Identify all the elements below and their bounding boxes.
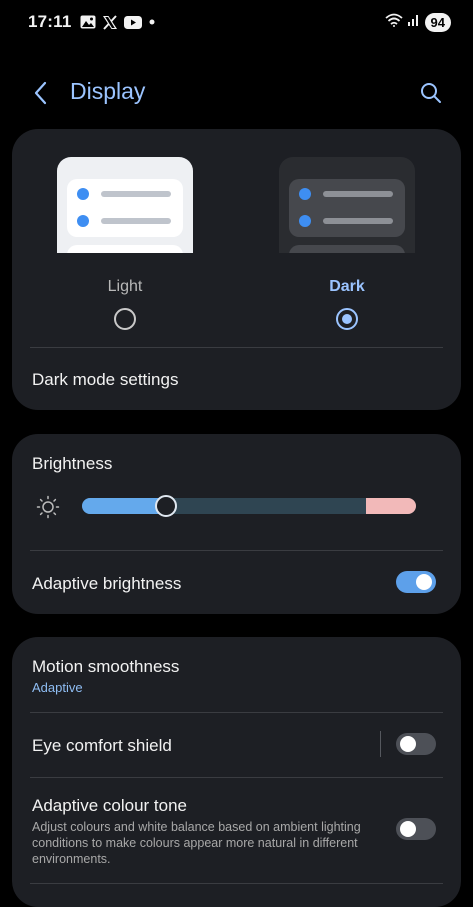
divider [30,777,443,778]
eye-comfort-shield-item[interactable]: Eye comfort shield [32,736,172,756]
eye-comfort-shield-toggle[interactable] [396,733,436,755]
dot-icon [148,18,156,26]
x-icon [102,14,118,30]
brightness-card: Brightness Adaptive brightness [12,434,461,614]
preview-card [67,245,183,253]
back-button[interactable] [28,80,54,106]
preview-line [323,218,393,224]
adaptive-brightness-toggle[interactable] [396,571,436,593]
dark-theme-radio[interactable] [336,308,358,330]
brightness-slider[interactable] [82,498,416,514]
toggle-knob [416,574,432,590]
status-right: 94 [384,12,451,32]
signal-icon [407,12,421,32]
adaptive-colour-tone-description: Adjust colours and white balance based o… [32,820,361,866]
brightness-title: Brightness [32,454,113,473]
preview-dot [77,188,89,200]
battery-indicator: 94 [424,12,451,32]
notification-icons [80,14,156,30]
light-theme-radio[interactable] [114,308,136,330]
wifi-icon [384,12,403,32]
divider [30,550,443,551]
theme-card: Light Dark Dark mode settings [12,129,461,410]
motion-smoothness-value: Adaptive [32,680,83,695]
search-button[interactable] [418,80,444,106]
dark-mode-settings-item[interactable]: Dark mode settings [32,370,178,390]
app-header: Display [0,66,473,120]
page-title: Display [70,78,146,104]
display-options-card: Motion smoothness Adaptive Eye comfort s… [12,637,461,907]
preview-card [289,179,405,237]
light-theme-option[interactable]: Light [55,129,215,349]
preview-card [289,245,405,253]
status-time: 17:11 [28,12,72,31]
motion-smoothness-item[interactable]: Motion smoothness [32,657,179,677]
status-bar: 17:11 94 [0,0,473,44]
brightness-slider-thumb[interactable] [154,495,177,517]
adaptive-colour-tone-toggle[interactable] [396,818,436,840]
divider [30,712,443,713]
preview-dot [77,215,89,227]
brightness-slider-fill [82,498,166,514]
vertical-separator [380,731,381,757]
dark-theme-label: Dark [329,278,365,295]
adaptive-colour-tone-item[interactable]: Adaptive colour tone [32,796,187,816]
search-icon [421,83,441,103]
youtube-icon [123,15,142,29]
preview-line [101,191,171,197]
divider [30,347,443,348]
toggle-knob [400,821,416,837]
preview-dot [299,188,311,200]
gallery-icon [80,15,96,29]
preview-line [323,191,393,197]
light-theme-label: Light [107,278,143,295]
divider [30,883,443,884]
adaptive-brightness-label: Adaptive brightness [32,574,182,593]
sun-icon [36,495,60,519]
toggle-knob [400,736,416,752]
light-theme-preview [57,157,193,253]
preview-card [67,179,183,237]
dark-theme-preview [279,157,415,253]
preview-dot [299,215,311,227]
dark-theme-option[interactable]: Dark [277,129,437,349]
extra-brightness-zone [366,498,416,514]
preview-line [101,218,171,224]
chevron-left-icon [34,81,47,105]
